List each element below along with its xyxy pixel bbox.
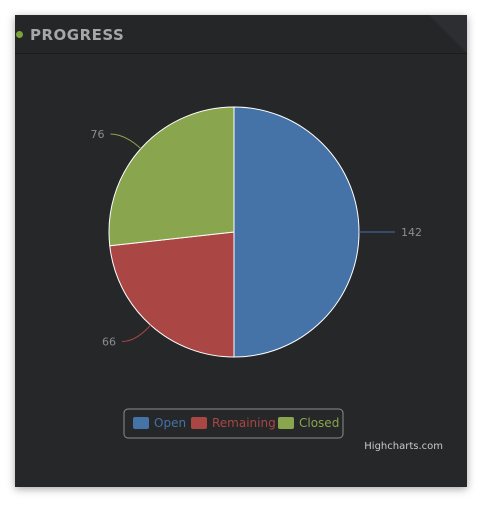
legend-swatch-remaining: [191, 417, 207, 429]
legend-item-open[interactable]: Open: [133, 416, 186, 430]
data-label-remaining: 66: [102, 336, 116, 349]
data-label-open: 142: [401, 226, 422, 239]
pie-slice-open[interactable]: [233, 106, 360, 358]
progress-pie-chart: 142 66 76 Open Remaining Closed Highcharts.c…: [90, 106, 443, 452]
legend-label-closed: Closed: [299, 416, 339, 430]
legend-swatch-closed: [278, 417, 294, 429]
chart-legend: Open Remaining Closed: [123, 408, 344, 439]
legend-item-remaining[interactable]: Remaining: [191, 416, 276, 430]
highcharts-credits-link[interactable]: Highcharts.com: [364, 441, 443, 452]
connector-closed: [110, 133, 142, 150]
pie-slice-closed[interactable]: [108, 106, 235, 247]
pie-slice-remaining[interactable]: [109, 231, 235, 358]
data-label-closed: 76: [90, 128, 104, 141]
legend-swatch-open: [133, 417, 149, 429]
legend-item-closed[interactable]: Closed: [278, 416, 339, 430]
connector-remaining: [121, 324, 152, 343]
legend-label-remaining: Remaining: [212, 416, 276, 430]
legend-label-open: Open: [154, 416, 186, 430]
pie-slices: [108, 106, 360, 358]
